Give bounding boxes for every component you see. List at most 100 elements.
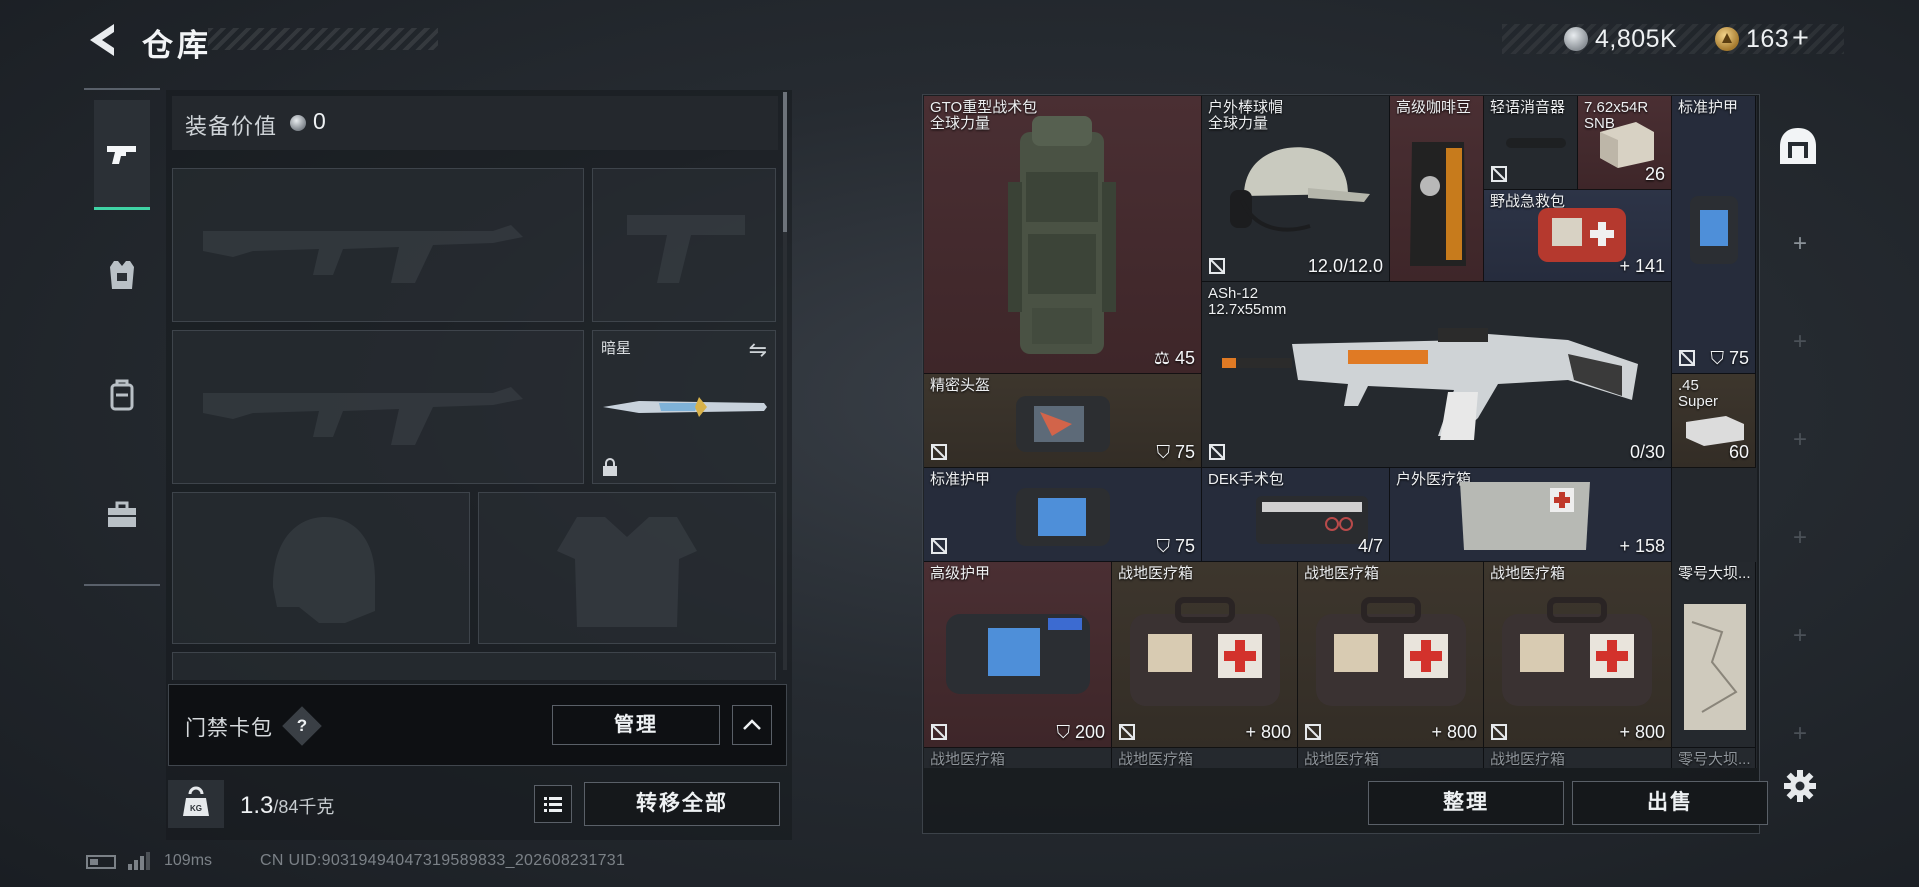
collapse-button[interactable] [732, 705, 772, 745]
item-name: 战地医疗箱 [1304, 751, 1380, 768]
lock-icon [603, 458, 617, 476]
gear-icon[interactable] [1782, 768, 1818, 804]
sell-button[interactable]: 出售 [1572, 781, 1768, 825]
secondary-weapon-slot[interactable] [172, 330, 584, 484]
item-name: 标准护甲 [930, 471, 991, 488]
page-title: 仓库 [142, 28, 212, 63]
tab-backpack[interactable] [94, 340, 150, 450]
pistol-slot[interactable] [592, 168, 776, 322]
back-arrow-icon[interactable] [84, 20, 120, 60]
armor-bag-art [1690, 196, 1738, 264]
weight-badge: KG [168, 780, 224, 828]
armor-vest-icon [110, 261, 134, 289]
item-count: 26 [1644, 164, 1665, 184]
add-currency-button[interactable]: + [1792, 22, 1809, 55]
svg-text:KG: KG [190, 804, 202, 813]
swap-icon[interactable]: ⇋ [749, 337, 767, 363]
medbox-art [1460, 482, 1590, 550]
stash-item-field-medbox[interactable]: 战地医疗箱 + 800 [1112, 562, 1298, 748]
item-name: 高级咖啡豆 [1396, 99, 1472, 116]
item-armor-rating: ⛉ 75 [1710, 348, 1749, 368]
armor-bag-art [946, 614, 1090, 694]
tab-weapons[interactable] [94, 100, 150, 210]
stash-item-coffee[interactable]: 高级咖啡豆 [1390, 96, 1484, 282]
pistol-icon [107, 145, 136, 164]
stash-item-outdoor-medbox[interactable]: 户外医疗箱 + 158 [1390, 468, 1672, 562]
stash-item-partial[interactable]: 零号大坝... [1672, 748, 1756, 768]
item-name: 高级护甲 [930, 565, 991, 582]
add-stash-page-button[interactable]: + [1790, 622, 1810, 650]
sort-button[interactable]: 整理 [1368, 781, 1564, 825]
item-name: 战地医疗箱 [930, 751, 1006, 768]
primary-weapon-slot[interactable] [172, 168, 584, 322]
item-hp: + 800 [1431, 722, 1477, 742]
stash-item-ammo-762[interactable]: 7.62x54R SNB 26 [1578, 96, 1672, 190]
tab-armor[interactable] [94, 220, 150, 330]
item-name: 户外棒球帽 全球力量 [1208, 99, 1284, 132]
stash-item-partial[interactable]: 战地医疗箱 [1484, 748, 1672, 768]
item-name: 战地医疗箱 [1490, 751, 1566, 768]
helmet-slot[interactable] [172, 492, 470, 644]
melee-slot[interactable]: 暗星 ⇋ [592, 330, 776, 484]
carry-weight: 1.3/84千克 [240, 792, 335, 819]
pistol-silhouette-icon [627, 215, 745, 283]
armor-slot[interactable] [478, 492, 776, 644]
rifle-silhouette-icon [203, 387, 523, 445]
ping-text: 109ms [164, 852, 213, 869]
helmet-silhouette-icon [273, 517, 375, 623]
rifle-art [1222, 328, 1638, 440]
backpack-art [1008, 116, 1116, 354]
stash-item-field-medbox[interactable]: 战地医疗箱 + 800 [1484, 562, 1672, 748]
stash-item-surgical-kit[interactable]: DEK手术包 4/7 [1202, 468, 1390, 562]
helmet-bag-art [1016, 396, 1110, 452]
item-armor-rating: ⛉ 75 [1156, 536, 1195, 556]
stash-item-partial[interactable]: 战地医疗箱 [1298, 748, 1484, 768]
item-name: 轻语消音器 [1490, 99, 1566, 116]
item-name: 战地医疗箱 [1118, 751, 1194, 768]
stash-item-standard-armor[interactable]: 标准护甲 ⛉ 75 [1672, 96, 1756, 374]
item-name: 战地医疗箱 [1490, 565, 1566, 582]
vest-silhouette-icon [557, 517, 697, 627]
no-insure-icon [1305, 724, 1321, 740]
stash-item-tactical-pack[interactable]: GTO重型战术包 全球力量 ⚖ 45 [924, 96, 1202, 374]
add-stash-page-button[interactable]: + [1790, 426, 1810, 454]
stash-item-ash12[interactable]: ASh-12 12.7x55mm 0/30 [1202, 282, 1672, 468]
add-stash-page-button[interactable]: + [1790, 524, 1810, 552]
knife-icon [603, 397, 767, 417]
stash-item-first-aid[interactable]: 野战急救包 + 141 [1484, 190, 1672, 282]
stash-item-standard-armor[interactable]: 标准护甲 ⛉ 75 [924, 468, 1202, 562]
item-hp: + 800 [1619, 722, 1665, 742]
melee-slot-title: 暗星 [601, 340, 632, 357]
stash-item-baseball-cap[interactable]: 户外棒球帽 全球力量 12.0/12.0 [1202, 96, 1390, 282]
stash-item-partial[interactable]: 战地医疗箱 [1112, 748, 1298, 768]
equipment-scroll-thumb[interactable] [783, 92, 787, 232]
list-view-button[interactable] [534, 785, 572, 823]
stash-item-field-medbox[interactable]: 战地医疗箱 + 800 [1298, 562, 1484, 748]
item-name: 精密头盔 [930, 377, 991, 394]
no-insure-icon [1209, 444, 1225, 460]
stash-item-suppressor[interactable]: 轻语消音器 [1484, 96, 1578, 190]
add-stash-page-button[interactable]: + [1790, 230, 1810, 258]
stash-item-precision-helmet[interactable]: 精密头盔 ⛉ 75 [924, 374, 1202, 468]
currency-gold-amount: 163 [1746, 25, 1790, 53]
stash-item-advanced-armor[interactable]: 高级护甲 ⛉ 200 [924, 562, 1112, 748]
item-name: 标准护甲 [1678, 99, 1739, 116]
add-stash-page-button[interactable]: + [1790, 720, 1810, 748]
item-name: 战地医疗箱 [1118, 565, 1194, 582]
currency-silver-amount: 4,805K [1595, 25, 1678, 53]
stash-main-tab-icon[interactable] [1776, 124, 1820, 168]
no-insure-icon [1491, 724, 1507, 740]
stash-item-partial[interactable]: 战地医疗箱 [924, 748, 1112, 768]
stash-item-ammo-45[interactable]: .45 Super 60 [1672, 374, 1756, 468]
item-ammo: 0/30 [1629, 442, 1665, 462]
add-stash-page-button[interactable]: + [1790, 328, 1810, 356]
chevron-up-icon [743, 719, 761, 730]
no-insure-icon [1679, 350, 1695, 366]
stash-item-dam-map[interactable]: 零号大坝... [1672, 562, 1756, 748]
backpack-icon [110, 379, 134, 411]
user-uid-text: CN UID:9031949404731958​9833_20260823173… [260, 852, 626, 869]
tab-tools[interactable] [94, 460, 150, 570]
transfer-all-button[interactable]: 转移全部 [584, 782, 780, 826]
manage-button[interactable]: 管理 [552, 705, 720, 745]
item-armor-rating: ⛉ 200 [1056, 722, 1105, 742]
